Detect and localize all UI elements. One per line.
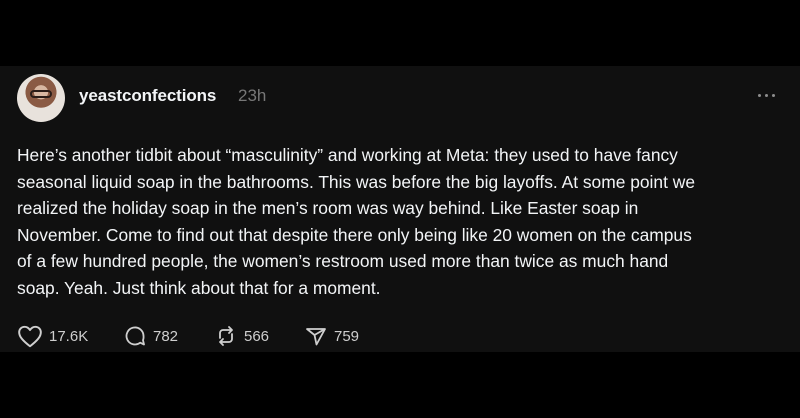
like-button[interactable]: 17.6K bbox=[17, 324, 88, 348]
post-line: Here’s another tidbit about “masculinity… bbox=[17, 145, 678, 165]
post-line: November. Come to find out that despite … bbox=[17, 224, 692, 245]
more-options-icon[interactable] bbox=[758, 94, 776, 98]
repost-icon bbox=[219, 326, 233, 346]
post-line: realized the holiday soap in the men’s r… bbox=[17, 198, 639, 218]
share-count: 759 bbox=[334, 327, 360, 345]
avatar[interactable] bbox=[17, 74, 65, 122]
like-count: 17.6K bbox=[49, 327, 89, 345]
post-line: seasonal liquid soap in the bathrooms. T… bbox=[17, 171, 695, 192]
post-card: yeastconfections 23h Here’s another tidb… bbox=[0, 66, 800, 352]
post-body: Here’s another tidbit about “masculinity… bbox=[17, 142, 782, 301]
repost-count: 566 bbox=[244, 327, 270, 345]
heart-icon bbox=[18, 325, 42, 348]
username[interactable]: yeastconfections bbox=[79, 86, 216, 106]
share-button[interactable]: 759 bbox=[304, 324, 359, 348]
post-line: soap. Yeah. Just think about that for a … bbox=[17, 277, 381, 298]
send-icon bbox=[306, 328, 326, 346]
repost-button[interactable]: 566 bbox=[214, 324, 269, 348]
post-line: of a few hundred people, the women’s res… bbox=[17, 251, 669, 271]
post-time: 23h bbox=[238, 86, 267, 105]
reply-count: 782 bbox=[153, 327, 179, 345]
action-bar: 17.6K 782 566 759 bbox=[17, 324, 397, 348]
reply-button[interactable]: 782 bbox=[123, 324, 178, 348]
comment-icon bbox=[125, 326, 145, 346]
